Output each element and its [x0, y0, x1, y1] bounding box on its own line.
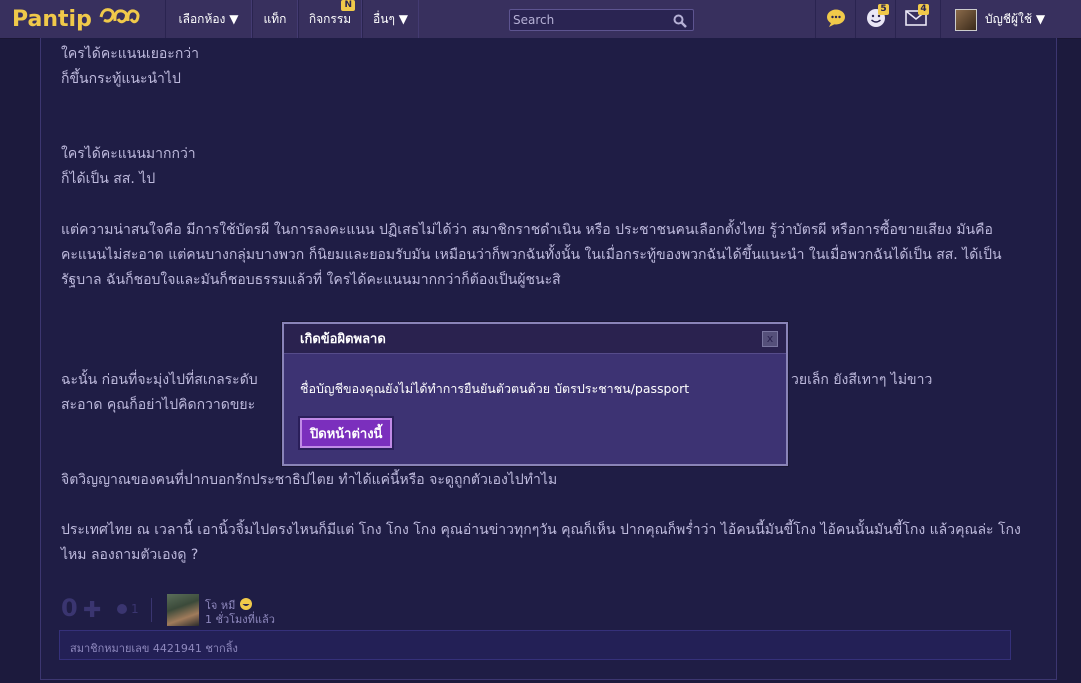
dialog-header: เกิดข้อผิดพลาด	[284, 324, 786, 354]
dialog-title: เกิดข้อผิดพลาด	[300, 332, 386, 347]
error-dialog: เกิดข้อผิดพลาด x ชื่อบัญชีของคุณยังไม่ได…	[282, 322, 788, 466]
dialog-message: ชื่อบัญชีของคุณยังไม่ได้ทำการยืนยันตัวตน…	[300, 381, 690, 396]
close-window-button[interactable]: ปิดหน้าต่างนี้	[300, 418, 393, 448]
close-icon[interactable]: x	[762, 331, 778, 347]
